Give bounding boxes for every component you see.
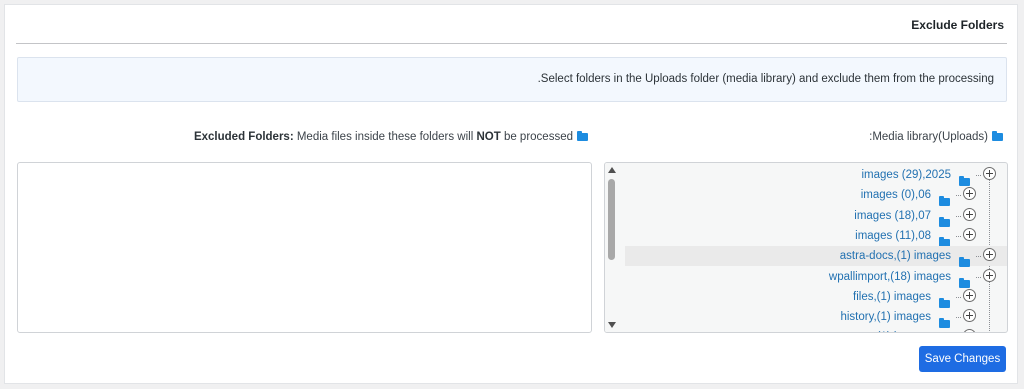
tree-item-label[interactable]: images (18),07 (854, 210, 931, 222)
expand-toggle-icon[interactable] (963, 288, 976, 302)
expand-toggle-icon[interactable] (983, 268, 996, 282)
save-changes-button[interactable]: Save Changes (919, 346, 1006, 372)
tree-connector (956, 195, 961, 197)
excluded-desc-post: be processed (500, 131, 573, 143)
excluded-desc-strong: NOT (476, 131, 501, 143)
tree-item[interactable]: history,(1) images (625, 307, 1007, 329)
tree-item-label[interactable]: images (29),2025 (862, 169, 952, 181)
scrollbar-thumb[interactable] (608, 179, 615, 260)
tree-connector (956, 215, 961, 217)
expand-toggle-icon[interactable] (983, 248, 996, 262)
info-notice: .Select folders in the Uploads folder (m… (17, 57, 1007, 102)
tree-item-label[interactable]: images (11),08 (855, 230, 931, 242)
expand-toggle-icon[interactable] (983, 167, 996, 180)
tree-item[interactable]: images (11),08 (625, 226, 1007, 247)
folder-tree: images (29),2025 images (0),06 images (18)… (625, 163, 1007, 332)
excluded-folders-list[interactable] (17, 162, 592, 333)
tree-item[interactable]: images (29),2025 (625, 165, 1007, 186)
tree-item-label[interactable]: images (0),06 (861, 189, 931, 201)
expand-toggle-icon[interactable] (963, 329, 976, 332)
expand-toggle-icon[interactable] (963, 207, 976, 221)
folder-icon (577, 131, 588, 141)
divider (16, 43, 1007, 44)
settings-card: Exclude Folders .Select folders in the U… (4, 4, 1018, 384)
tree-item-label[interactable]: astra-docs,(1) images (840, 250, 951, 262)
scrollbar[interactable] (605, 163, 620, 332)
media-library-label-text: :Media library(Uploads) (869, 131, 988, 143)
tree-connector (976, 175, 981, 176)
media-library-label: :Media library(Uploads) (869, 131, 1003, 143)
expand-toggle-icon[interactable] (963, 309, 976, 323)
tree-item-label[interactable]: history,(1) images (840, 311, 931, 323)
tree-connector (976, 256, 981, 258)
tree-item-label[interactable]: wpallimport,(18) images (829, 271, 951, 283)
tree-connector (976, 276, 981, 278)
tree-connector (956, 317, 961, 319)
excluded-folders-heading: Excluded Folders: (193, 131, 294, 143)
tree-item[interactable]: astra-docs,(1) images (625, 246, 1007, 268)
expand-toggle-icon[interactable] (963, 187, 976, 201)
notice-text: .Select folders in the Uploads folder (m… (537, 73, 994, 85)
tree-item[interactable]: wpallimport,(18) images (625, 267, 1007, 288)
tree-item[interactable]: images (0),06 (625, 185, 1007, 207)
expand-toggle-icon[interactable] (963, 227, 976, 241)
tree-item-label[interactable]: files,(1) images (853, 291, 931, 303)
media-library-tree[interactable]: images (29),2025 images (0),06 images (18)… (604, 162, 1008, 333)
tree-item[interactable]: images (18),07 (625, 206, 1007, 227)
tree-item-label[interactable]: ...,(1) images (864, 331, 931, 332)
tree-item[interactable]: ...,(1) images (625, 327, 1007, 332)
excluded-desc-pre: Media files inside these folders will (293, 131, 477, 143)
section-title: Exclude Folders (911, 18, 1004, 32)
excluded-folders-label: Excluded Folders: Media files inside the… (194, 131, 588, 143)
tree-connector (956, 296, 961, 298)
tree-connector (956, 235, 961, 237)
tree-item[interactable]: files,(1) images (625, 287, 1007, 308)
scroll-down-arrow-icon[interactable] (608, 322, 616, 328)
folder-icon (992, 131, 1003, 141)
scroll-up-arrow-icon[interactable] (608, 167, 616, 173)
